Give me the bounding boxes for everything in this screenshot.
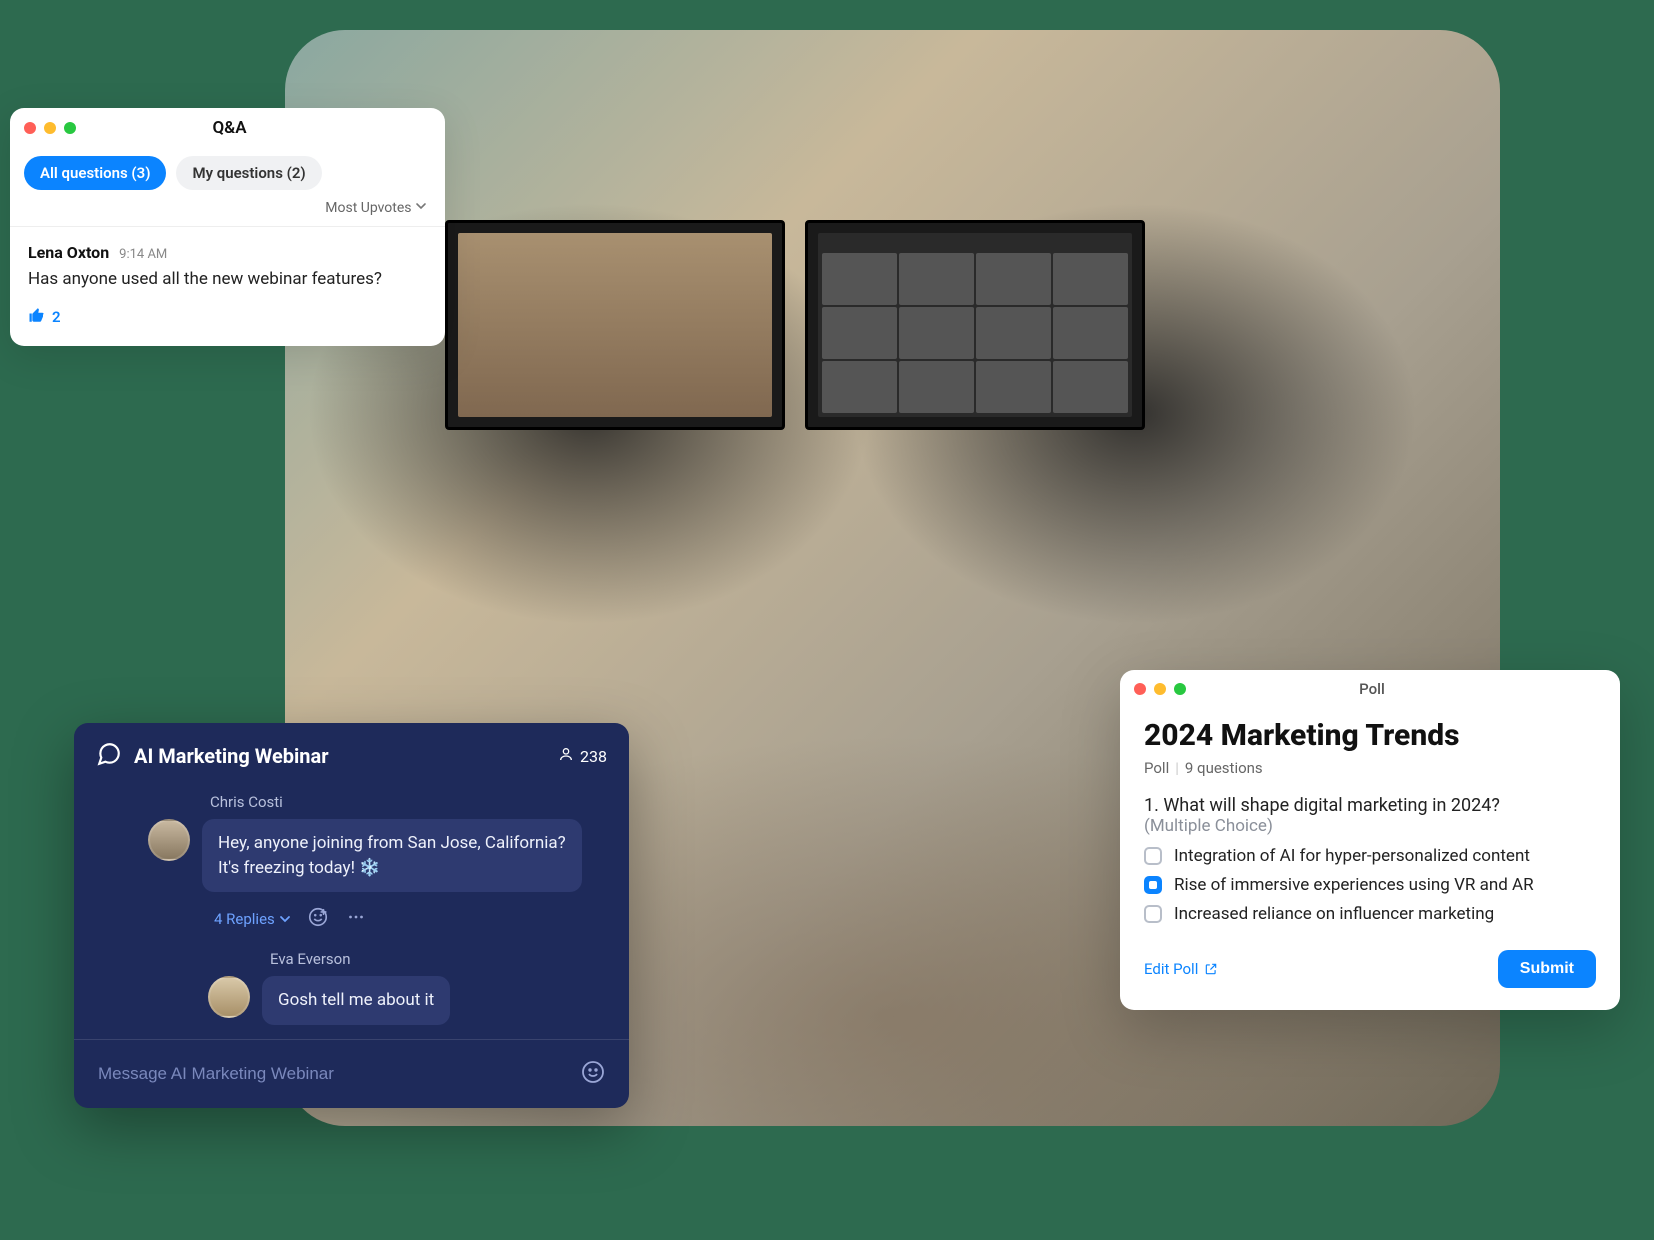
window-controls[interactable]: [24, 122, 76, 134]
submit-button[interactable]: Submit: [1498, 950, 1596, 988]
close-icon[interactable]: [1134, 683, 1146, 695]
reply-bubble: Gosh tell me about it: [262, 976, 450, 1025]
qa-text: Has anyone used all the new webinar feat…: [28, 268, 427, 292]
minimize-icon[interactable]: [44, 122, 56, 134]
upvote-button[interactable]: 2: [28, 306, 427, 328]
count-value: 238: [580, 747, 607, 766]
wall-screen-right: [805, 220, 1145, 430]
participant-count[interactable]: 238: [558, 746, 607, 766]
poll-subtitle: Poll|9 questions: [1144, 759, 1596, 777]
upvote-count: 2: [52, 308, 61, 326]
reply-author: Eva Everson: [154, 950, 609, 968]
qa-time: 9:14 AM: [119, 247, 167, 262]
poll-option-2[interactable]: Rise of immersive experiences using VR a…: [1144, 875, 1596, 895]
checkbox-checked-icon: [1144, 876, 1162, 894]
chevron-down-icon: [279, 913, 291, 925]
more-options-button[interactable]: [345, 906, 367, 932]
qa-question: Lena Oxton 9:14 AM Has anyone used all t…: [10, 226, 445, 346]
message-input[interactable]: [98, 1064, 569, 1084]
poll-option-1[interactable]: Integration of AI for hyper-personalized…: [1144, 846, 1596, 866]
poll-panel: Poll 2024 Marketing Trends Poll|9 questi…: [1120, 670, 1620, 1010]
avatar[interactable]: [148, 819, 190, 861]
sort-dropdown[interactable]: Most Upvotes: [10, 200, 445, 226]
thumbs-up-icon: [28, 306, 46, 328]
minimize-icon[interactable]: [1154, 683, 1166, 695]
message-actions: 4 Replies: [94, 896, 609, 946]
wall-screen-left: [445, 220, 785, 430]
checkbox-icon: [1144, 905, 1162, 923]
poll-titlebar: Poll: [1120, 670, 1620, 708]
chat-input-row: [74, 1039, 629, 1108]
person-icon: [558, 746, 574, 766]
avatar[interactable]: [208, 976, 250, 1018]
maximize-icon[interactable]: [64, 122, 76, 134]
close-icon[interactable]: [24, 122, 36, 134]
chat-title: AI Marketing Webinar: [134, 744, 546, 768]
poll-question: 1. What will shape digital marketing in …: [1144, 795, 1596, 816]
tab-all-questions[interactable]: All questions (3): [24, 156, 166, 190]
qa-panel: Q&A All questions (3) My questions (2) M…: [10, 108, 445, 346]
tab-my-questions[interactable]: My questions (2): [176, 156, 321, 190]
qa-tabs: All questions (3) My questions (2): [10, 148, 445, 200]
external-link-icon: [1204, 962, 1218, 976]
poll-hint: (Multiple Choice): [1144, 816, 1596, 836]
chevron-down-icon: [415, 200, 427, 216]
maximize-icon[interactable]: [1174, 683, 1186, 695]
qa-title: Q&A: [76, 118, 383, 138]
chat-panel: AI Marketing Webinar 238 Chris Costi Hey…: [74, 723, 629, 1108]
poll-window-title: Poll: [1186, 680, 1558, 698]
message-row: Hey, anyone joining from San Jose, Calif…: [94, 815, 609, 896]
sort-label: Most Upvotes: [325, 200, 411, 216]
poll-title: 2024 Marketing Trends: [1144, 718, 1596, 753]
chat-icon: [96, 741, 122, 771]
emoji-button[interactable]: [581, 1060, 605, 1088]
chat-header: AI Marketing Webinar 238: [74, 723, 629, 789]
message-author: Chris Costi: [94, 793, 609, 811]
message-bubble: Hey, anyone joining from San Jose, Calif…: [202, 819, 582, 892]
replies-link[interactable]: 4 Replies: [214, 910, 291, 928]
window-controls[interactable]: [1134, 683, 1186, 695]
reply-row: Gosh tell me about it: [154, 972, 609, 1029]
poll-option-3[interactable]: Increased reliance on influencer marketi…: [1144, 904, 1596, 924]
checkbox-icon: [1144, 847, 1162, 865]
add-reaction-button[interactable]: [307, 906, 329, 932]
poll-options: Integration of AI for hyper-personalized…: [1144, 846, 1596, 924]
edit-poll-link[interactable]: Edit Poll: [1144, 960, 1218, 978]
qa-titlebar: Q&A: [10, 108, 445, 148]
qa-author: Lena Oxton: [28, 243, 109, 262]
